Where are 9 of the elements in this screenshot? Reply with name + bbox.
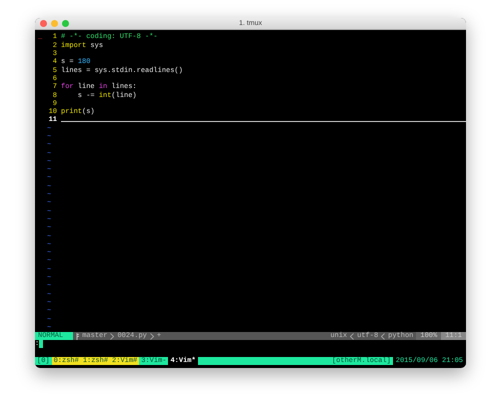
chevron-icon xyxy=(381,332,386,340)
text-cursor xyxy=(39,340,44,348)
minimize-icon[interactable] xyxy=(51,20,58,28)
chevron-icon xyxy=(150,332,154,340)
chevron-icon xyxy=(110,332,114,340)
zoom-icon[interactable] xyxy=(62,20,69,28)
close-icon[interactable] xyxy=(40,20,47,28)
chevron-icon xyxy=(350,332,354,340)
branch-icon xyxy=(76,332,80,340)
